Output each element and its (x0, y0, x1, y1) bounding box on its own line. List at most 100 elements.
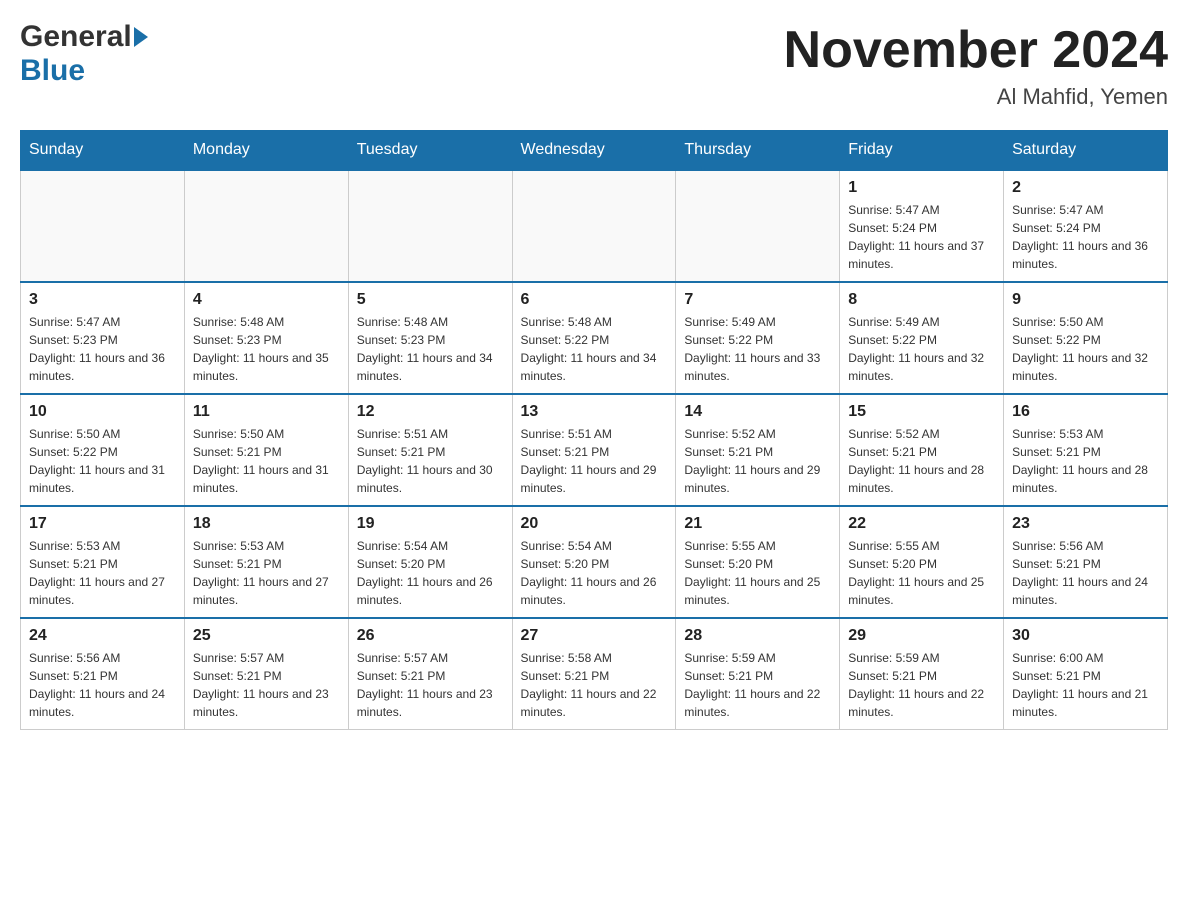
day-info: Sunrise: 5:49 AMSunset: 5:22 PMDaylight:… (848, 313, 995, 385)
day-number: 22 (848, 515, 995, 533)
col-monday: Monday (184, 131, 348, 171)
col-thursday: Thursday (676, 131, 840, 171)
table-row: 25 Sunrise: 5:57 AMSunset: 5:21 PMDayligh… (184, 618, 348, 730)
day-info: Sunrise: 5:56 AMSunset: 5:21 PMDaylight:… (1012, 537, 1159, 609)
table-row: 5Sunrise: 5:48 AMSunset: 5:23 PMDaylight… (348, 282, 512, 394)
location: Al Mahfid, Yemen (784, 84, 1168, 110)
table-row: 26 Sunrise: 5:57 AMSunset: 5:21 PMDayligh… (348, 618, 512, 730)
day-number: 28 (684, 627, 831, 645)
table-row: 27 Sunrise: 5:58 AMSunset: 5:21 PMDayligh… (512, 618, 676, 730)
day-number: 26 (357, 627, 504, 645)
table-row: 2 Sunrise: 5:47 AMSunset: 5:24 PMDaylight… (1004, 170, 1168, 282)
table-row: 24Sunrise: 5:56 AMSunset: 5:21 PMDayligh… (21, 618, 185, 730)
day-number: 27 (521, 627, 668, 645)
day-number: 29 (848, 627, 995, 645)
day-number: 2 (1012, 179, 1159, 197)
day-info: Sunrise: 5:47 AMSunset: 5:24 PMDaylight:… (848, 201, 995, 273)
table-row: 8 Sunrise: 5:49 AMSunset: 5:22 PMDaylight… (840, 282, 1004, 394)
day-info: Sunrise: 5:52 AMSunset: 5:21 PMDaylight:… (684, 425, 831, 497)
day-info: Sunrise: 5:53 AMSunset: 5:21 PMDaylight:… (193, 537, 340, 609)
day-number: 14 (684, 403, 831, 421)
calendar-week-row: 17 Sunrise: 5:53 AMSunset: 5:21 PMDayligh… (21, 506, 1168, 618)
table-row (676, 170, 840, 282)
day-info: Sunrise: 5:47 AMSunset: 5:24 PMDaylight:… (1012, 201, 1159, 273)
day-info: Sunrise: 5:54 AMSunset: 5:20 PMDaylight:… (357, 537, 504, 609)
calendar-header-row: Sunday Monday Tuesday Wednesday Thursday… (21, 131, 1168, 171)
day-info: Sunrise: 5:56 AMSunset: 5:21 PMDaylight:… (29, 649, 176, 721)
page-header: General Blue November 2024 Al Mahfid, Ye… (20, 20, 1168, 110)
table-row: 18Sunrise: 5:53 AMSunset: 5:21 PMDayligh… (184, 506, 348, 618)
table-row: 9Sunrise: 5:50 AMSunset: 5:22 PMDaylight… (1004, 282, 1168, 394)
table-row: 10 Sunrise: 5:50 AMSunset: 5:22 PMDayligh… (21, 394, 185, 506)
table-row: 14 Sunrise: 5:52 AMSunset: 5:21 PMDayligh… (676, 394, 840, 506)
day-info: Sunrise: 5:50 AMSunset: 5:21 PMDaylight:… (193, 425, 340, 497)
table-row: 7Sunrise: 5:49 AMSunset: 5:22 PMDaylight… (676, 282, 840, 394)
day-number: 8 (848, 291, 995, 309)
day-info: Sunrise: 5:48 AMSunset: 5:23 PMDaylight:… (357, 313, 504, 385)
day-number: 19 (357, 515, 504, 533)
table-row: 20 Sunrise: 5:54 AMSunset: 5:20 PMDayligh… (512, 506, 676, 618)
day-number: 4 (193, 291, 340, 309)
day-info: Sunrise: 5:50 AMSunset: 5:22 PMDaylight:… (1012, 313, 1159, 385)
table-row: 11 Sunrise: 5:50 AMSunset: 5:21 PMDayligh… (184, 394, 348, 506)
day-info: Sunrise: 5:58 AMSunset: 5:21 PMDaylight:… (521, 649, 668, 721)
table-row: 1 Sunrise: 5:47 AMSunset: 5:24 PMDaylight… (840, 170, 1004, 282)
day-number: 13 (521, 403, 668, 421)
day-number: 12 (357, 403, 504, 421)
table-row (184, 170, 348, 282)
day-number: 3 (29, 291, 176, 309)
day-info: Sunrise: 5:47 AMSunset: 5:23 PMDaylight:… (29, 313, 176, 385)
day-number: 21 (684, 515, 831, 533)
day-number: 23 (1012, 515, 1159, 533)
day-info: Sunrise: 5:48 AMSunset: 5:23 PMDaylight:… (193, 313, 340, 385)
day-number: 1 (848, 179, 995, 197)
table-row: 30Sunrise: 6:00 AMSunset: 5:21 PMDayligh… (1004, 618, 1168, 730)
table-row (512, 170, 676, 282)
day-info: Sunrise: 5:54 AMSunset: 5:20 PMDaylight:… (521, 537, 668, 609)
day-info: Sunrise: 5:53 AMSunset: 5:21 PMDaylight:… (29, 537, 176, 609)
table-row: 21Sunrise: 5:55 AMSunset: 5:20 PMDayligh… (676, 506, 840, 618)
day-info: Sunrise: 5:59 AMSunset: 5:21 PMDaylight:… (848, 649, 995, 721)
calendar-week-row: 3 Sunrise: 5:47 AMSunset: 5:23 PMDaylight… (21, 282, 1168, 394)
day-number: 17 (29, 515, 176, 533)
logo: General Blue (20, 20, 148, 88)
title-section: November 2024 Al Mahfid, Yemen (784, 20, 1168, 110)
col-wednesday: Wednesday (512, 131, 676, 171)
day-info: Sunrise: 5:52 AMSunset: 5:21 PMDaylight:… (848, 425, 995, 497)
day-info: Sunrise: 5:49 AMSunset: 5:22 PMDaylight:… (684, 313, 831, 385)
day-number: 25 (193, 627, 340, 645)
day-info: Sunrise: 5:59 AMSunset: 5:21 PMDaylight:… (684, 649, 831, 721)
day-info: Sunrise: 5:53 AMSunset: 5:21 PMDaylight:… (1012, 425, 1159, 497)
table-row (21, 170, 185, 282)
calendar-week-row: 10 Sunrise: 5:50 AMSunset: 5:22 PMDayligh… (21, 394, 1168, 506)
day-number: 10 (29, 403, 176, 421)
table-row: 4 Sunrise: 5:48 AMSunset: 5:23 PMDaylight… (184, 282, 348, 394)
table-row: 16 Sunrise: 5:53 AMSunset: 5:21 PMDayligh… (1004, 394, 1168, 506)
table-row: 22 Sunrise: 5:55 AMSunset: 5:20 PMDayligh… (840, 506, 1004, 618)
day-number: 16 (1012, 403, 1159, 421)
logo-arrow-icon (134, 27, 148, 47)
day-info: Sunrise: 5:57 AMSunset: 5:21 PMDaylight:… (357, 649, 504, 721)
col-friday: Friday (840, 131, 1004, 171)
table-row: 17 Sunrise: 5:53 AMSunset: 5:21 PMDayligh… (21, 506, 185, 618)
month-title: November 2024 (784, 20, 1168, 80)
col-tuesday: Tuesday (348, 131, 512, 171)
day-info: Sunrise: 5:50 AMSunset: 5:22 PMDaylight:… (29, 425, 176, 497)
day-number: 6 (521, 291, 668, 309)
table-row: 3 Sunrise: 5:47 AMSunset: 5:23 PMDaylight… (21, 282, 185, 394)
col-sunday: Sunday (21, 131, 185, 171)
logo-blue-text: Blue (20, 54, 85, 87)
day-number: 30 (1012, 627, 1159, 645)
table-row: 15 Sunrise: 5:52 AMSunset: 5:21 PMDayligh… (840, 394, 1004, 506)
day-number: 15 (848, 403, 995, 421)
day-number: 11 (193, 403, 340, 421)
day-info: Sunrise: 5:55 AMSunset: 5:20 PMDaylight:… (848, 537, 995, 609)
day-info: Sunrise: 5:57 AMSunset: 5:21 PMDaylight:… (193, 649, 340, 721)
calendar-table: Sunday Monday Tuesday Wednesday Thursday… (20, 130, 1168, 730)
day-info: Sunrise: 5:51 AMSunset: 5:21 PMDaylight:… (357, 425, 504, 497)
table-row: 23 Sunrise: 5:56 AMSunset: 5:21 PMDayligh… (1004, 506, 1168, 618)
table-row: 29 Sunrise: 5:59 AMSunset: 5:21 PMDayligh… (840, 618, 1004, 730)
day-number: 20 (521, 515, 668, 533)
table-row: 13Sunrise: 5:51 AMSunset: 5:21 PMDayligh… (512, 394, 676, 506)
table-row (348, 170, 512, 282)
